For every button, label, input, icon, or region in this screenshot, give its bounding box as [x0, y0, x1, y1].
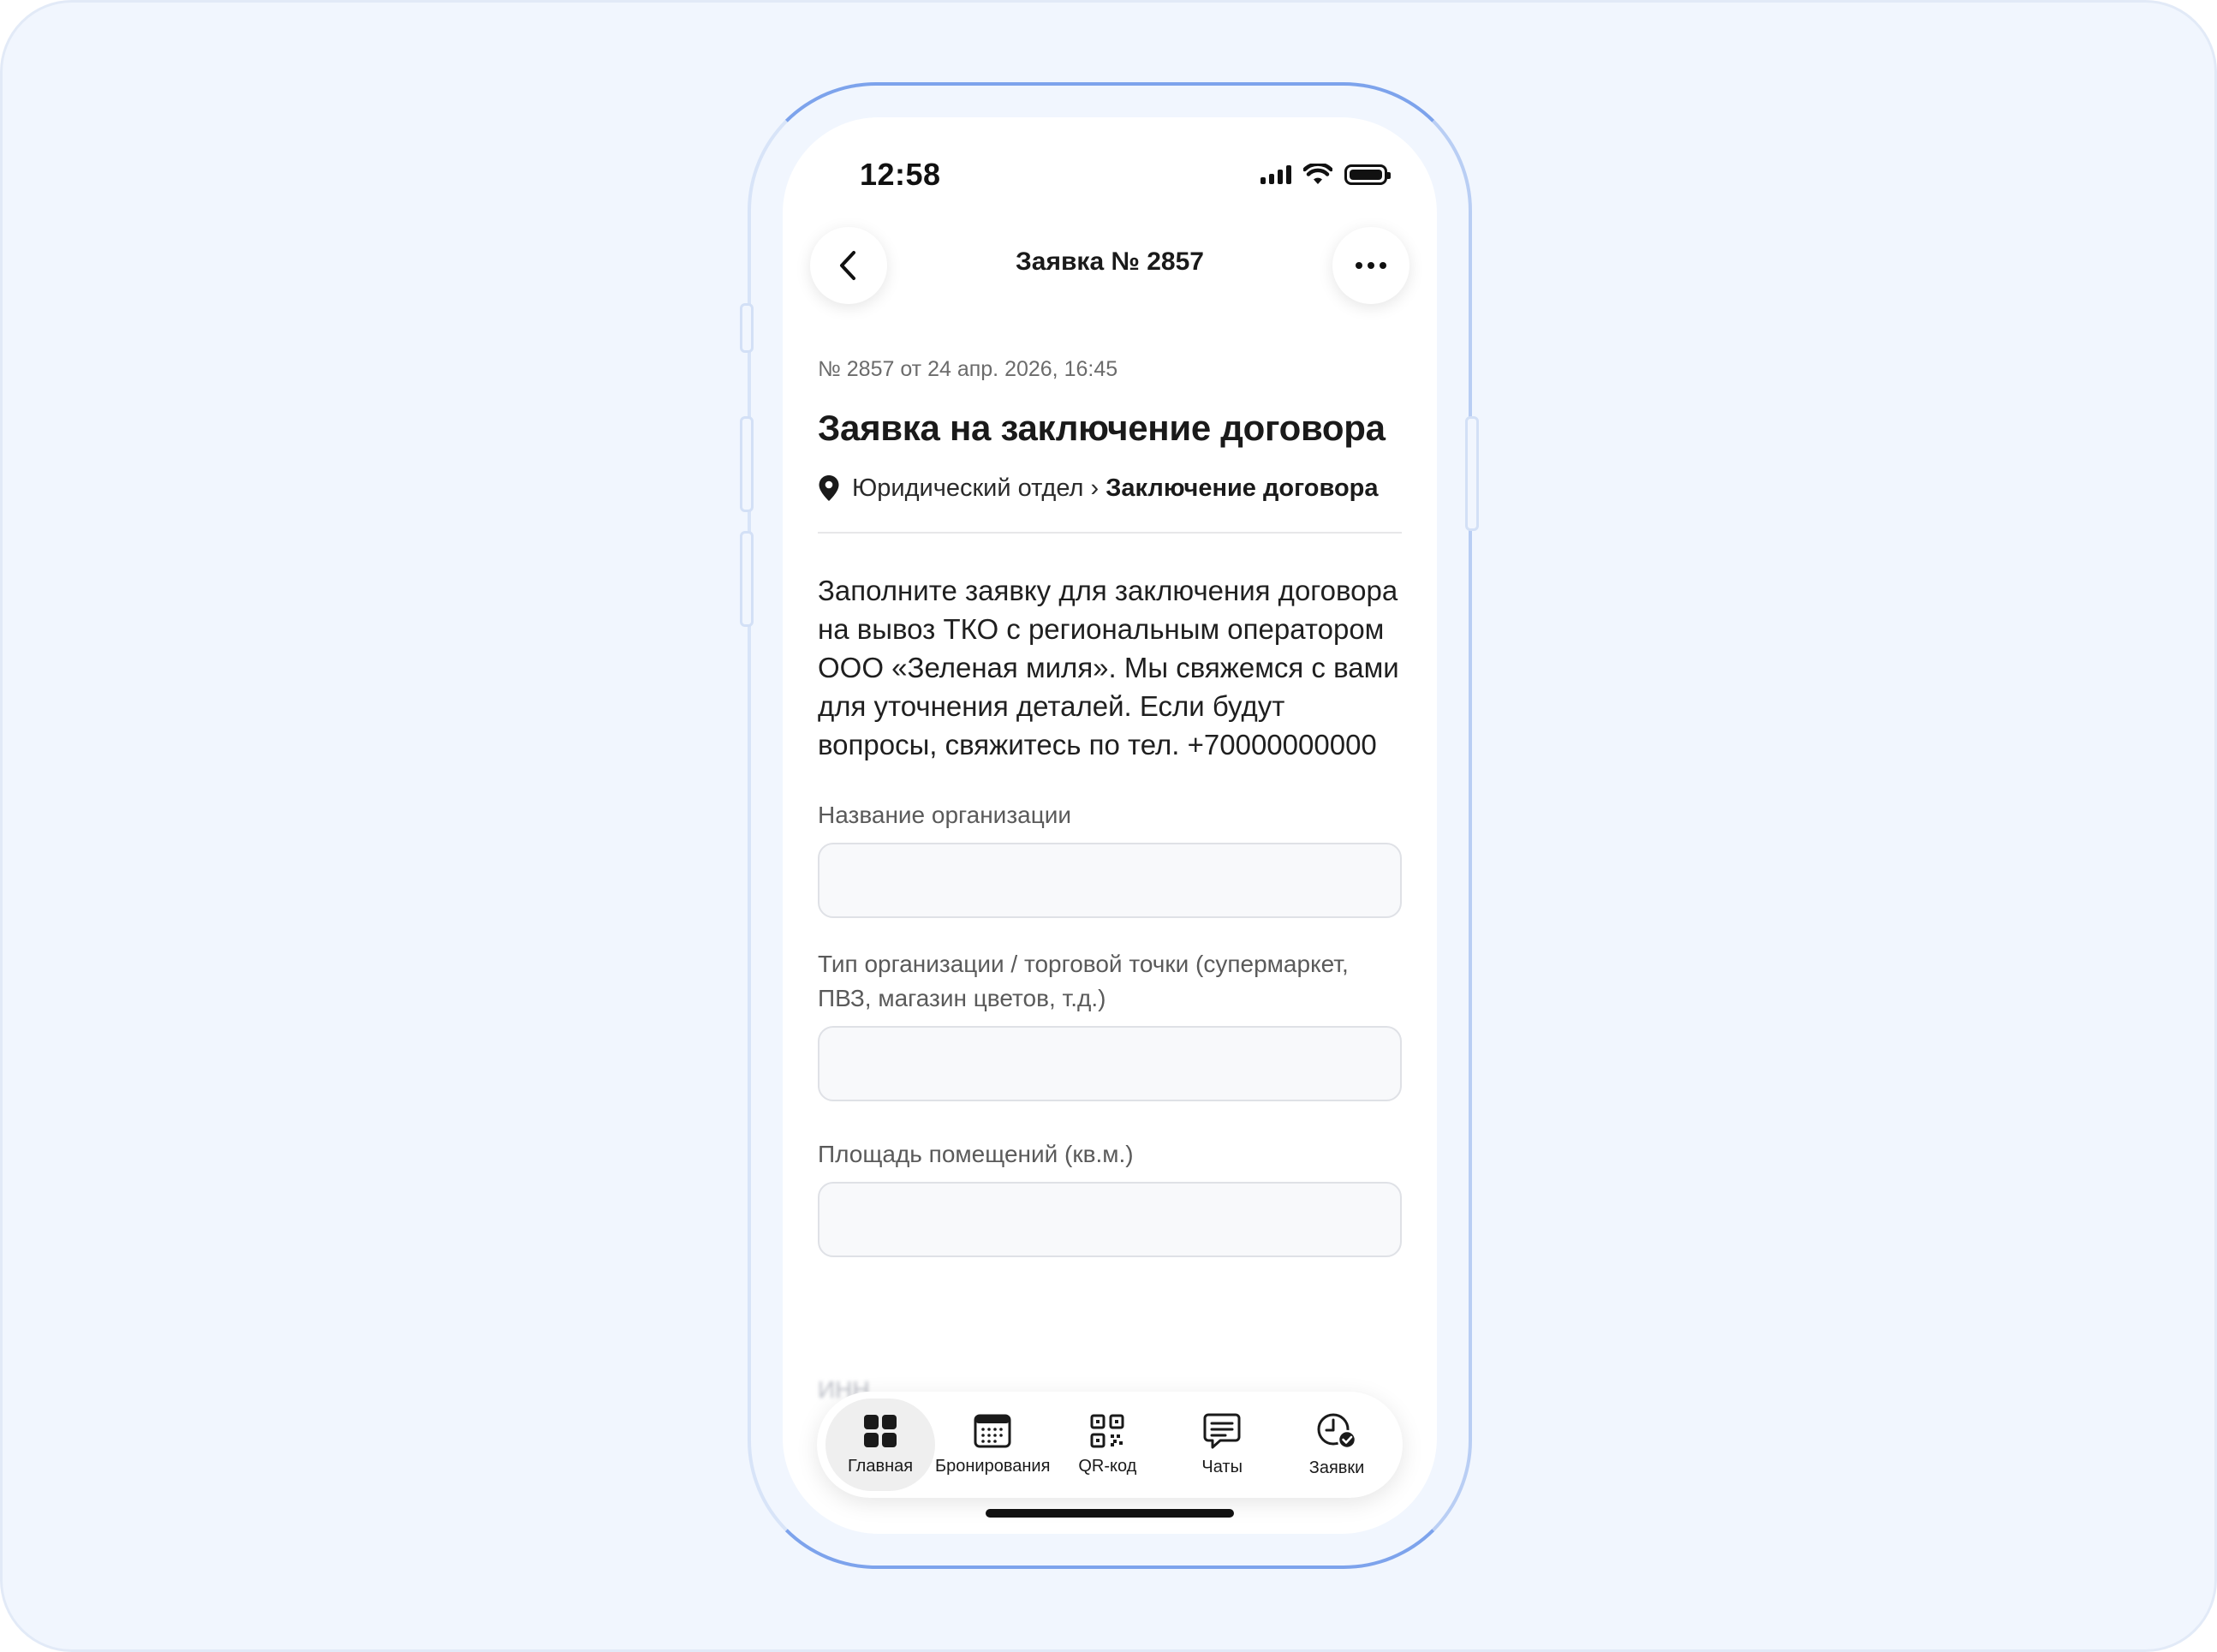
tab-qr-code[interactable]: QR-код: [1050, 1399, 1165, 1491]
request-meta: № 2857 от 24 апр. 2026, 16:45: [818, 357, 1118, 381]
field-label: Тип организации / торговой точки (суперм…: [818, 951, 1349, 1011]
tab-label: QR-код: [1078, 1456, 1137, 1476]
cellular-signal-icon: [1260, 165, 1291, 184]
area-input[interactable]: [818, 1182, 1402, 1257]
breadcrumb-text: Юридический отдел › Заключение договора: [852, 471, 1379, 506]
form-field-org-type: Тип организации / торговой точки (суперм…: [818, 947, 1402, 1101]
form-field-org-name: Название организации: [818, 798, 1402, 918]
phone-volume-up-button: [740, 416, 754, 512]
more-options-button[interactable]: [1332, 227, 1409, 304]
request-description: Заполните заявку для заключения договора…: [818, 575, 1399, 760]
battery-icon: [1344, 164, 1391, 185]
status-icons: [1260, 164, 1391, 186]
org-type-input[interactable]: [818, 1026, 1402, 1101]
calendar-icon: [974, 1414, 1011, 1447]
phone-power-button: [1465, 416, 1479, 531]
chat-icon: [1203, 1413, 1241, 1448]
tab-bookings[interactable]: Бронирования: [935, 1399, 1050, 1491]
request-content: № 2857 от 24 апр. 2026, 16:45 Заявка на …: [818, 357, 1402, 1257]
phone-action-button: [740, 303, 754, 353]
breadcrumb-department[interactable]: Юридический отдел: [852, 474, 1083, 502]
tab-chats[interactable]: Чаты: [1165, 1399, 1279, 1491]
bottom-tab-bar: Главная Бронирования QR-код Чаты Заявки: [817, 1392, 1403, 1498]
grid-icon: [864, 1414, 897, 1447]
more-dots-icon: [1356, 262, 1386, 269]
field-label: Площадь помещений (кв.м.): [818, 1141, 1134, 1167]
breadcrumb-service: Заключение договора: [1106, 474, 1379, 502]
wifi-icon: [1303, 164, 1332, 184]
request-title: Заявка на заключение договора: [818, 408, 1386, 448]
org-name-input[interactable]: [818, 843, 1402, 918]
field-label: Название организации: [818, 802, 1072, 828]
qr-code-icon: [1090, 1414, 1124, 1447]
tab-label: Заявки: [1308, 1458, 1365, 1477]
phone-screen: 12:58 Заявка № 2857 № 2857 от 24 апр. 20…: [783, 117, 1437, 1534]
requests-clock-icon: [1317, 1413, 1357, 1449]
breadcrumb-separator: ›: [1090, 474, 1100, 502]
tab-label: Чаты: [1201, 1457, 1243, 1476]
phone-volume-down-button: [740, 531, 754, 627]
tab-requests[interactable]: Заявки: [1279, 1399, 1394, 1491]
home-indicator: [986, 1509, 1234, 1518]
tab-label: Главная: [847, 1456, 914, 1476]
location-pin-icon: [819, 475, 839, 501]
form-field-area: Площадь помещений (кв.м.): [818, 1137, 1402, 1257]
tab-label: Бронирования: [935, 1456, 1051, 1476]
status-time: 12:58: [860, 157, 941, 192]
breadcrumb: Юридический отдел › Заключение договора: [818, 471, 1402, 506]
divider: [818, 532, 1402, 534]
tab-home[interactable]: Главная: [825, 1399, 935, 1491]
